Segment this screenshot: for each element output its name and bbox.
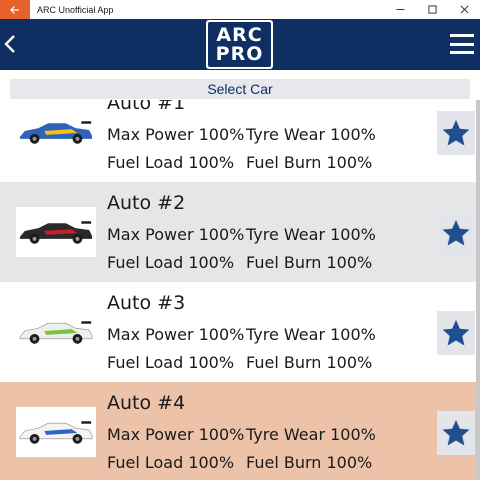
logo-mark: ARC PRO xyxy=(208,22,271,67)
race-car-icon xyxy=(19,321,93,344)
window-title: ARC Unofficial App xyxy=(37,4,114,15)
tyre-wear-stat: Tyre Wear 100% xyxy=(246,225,376,244)
star-icon xyxy=(442,319,470,346)
star-icon xyxy=(442,419,470,446)
fuel-burn-stat: Fuel Burn 100% xyxy=(246,153,373,172)
fuel-load-stat: Fuel Load 100% xyxy=(107,253,235,272)
minimize-icon xyxy=(395,9,405,10)
close-icon xyxy=(460,5,468,14)
window-titlebar: ARC Unofficial App xyxy=(0,0,480,19)
max-power-stat: Max Power 100% xyxy=(107,225,245,244)
car-list[interactable]: Auto #1 Max Power 100% Tyre Wear 100% Fu… xyxy=(0,100,480,480)
race-car-icon xyxy=(19,221,93,244)
minimize-button[interactable] xyxy=(384,0,416,19)
window-controls xyxy=(384,0,480,19)
favorite-button[interactable] xyxy=(437,211,475,255)
hamburger-menu-icon[interactable] xyxy=(450,34,474,54)
maximize-icon xyxy=(427,5,437,14)
car-image xyxy=(16,107,96,157)
app-header: ARC PRO xyxy=(0,19,480,70)
fuel-load-stat: Fuel Load 100% xyxy=(107,453,235,472)
favorite-button[interactable] xyxy=(437,111,475,155)
race-car-icon xyxy=(19,121,93,144)
max-power-stat: Max Power 100% xyxy=(107,425,245,444)
tyre-wear-stat: Tyre Wear 100% xyxy=(246,125,376,144)
car-image xyxy=(16,307,96,357)
car-row-4[interactable]: Auto #4 Max Power 100% Tyre Wear 100% Fu… xyxy=(0,382,480,480)
favorite-button[interactable] xyxy=(437,411,475,455)
fuel-load-stat: Fuel Load 100% xyxy=(107,353,235,372)
maximize-button[interactable] xyxy=(416,0,448,19)
car-row-2[interactable]: Auto #2 Max Power 100% Tyre Wear 100% Fu… xyxy=(0,182,480,282)
car-image xyxy=(16,207,96,257)
max-power-stat: Max Power 100% xyxy=(107,125,245,144)
fuel-load-stat: Fuel Load 100% xyxy=(107,153,235,172)
select-car-header: Select Car xyxy=(10,79,470,99)
car-name: Auto #1 xyxy=(107,100,186,114)
menu-bar xyxy=(450,34,474,37)
max-power-stat: Max Power 100% xyxy=(107,325,245,344)
fuel-burn-stat: Fuel Burn 100% xyxy=(246,253,373,272)
menu-bar xyxy=(450,42,474,46)
arc-pro-logo: ARC PRO xyxy=(206,20,273,69)
car-row-1[interactable]: Auto #1 Max Power 100% Tyre Wear 100% Fu… xyxy=(0,100,480,182)
star-icon xyxy=(442,119,470,146)
car-row-3[interactable]: Auto #3 Max Power 100% Tyre Wear 100% Fu… xyxy=(0,282,480,382)
select-car-label: Select Car xyxy=(207,81,273,97)
car-list-track: Auto #1 Max Power 100% Tyre Wear 100% Fu… xyxy=(0,100,480,480)
car-name: Auto #2 xyxy=(107,192,186,214)
close-button[interactable] xyxy=(448,0,480,19)
car-name: Auto #3 xyxy=(107,292,186,314)
star-icon xyxy=(442,219,470,246)
back-arrow-icon xyxy=(10,5,19,14)
car-name: Auto #4 xyxy=(107,392,186,414)
tyre-wear-stat: Tyre Wear 100% xyxy=(246,325,376,344)
tyre-wear-stat: Tyre Wear 100% xyxy=(246,425,376,444)
car-image xyxy=(16,407,96,457)
fuel-burn-stat: Fuel Burn 100% xyxy=(246,453,373,472)
logo-line-1: ARC xyxy=(216,23,263,46)
race-car-icon xyxy=(19,421,93,444)
list-scrollbar[interactable] xyxy=(476,100,480,480)
chevron-left-icon xyxy=(4,35,15,53)
nav-back-button[interactable] xyxy=(2,31,18,57)
fuel-burn-stat: Fuel Burn 100% xyxy=(246,353,373,372)
titlebar-back-button[interactable] xyxy=(0,0,30,19)
favorite-button[interactable] xyxy=(437,311,475,355)
menu-bar xyxy=(450,51,474,54)
logo-line-2: PRO xyxy=(215,42,264,65)
